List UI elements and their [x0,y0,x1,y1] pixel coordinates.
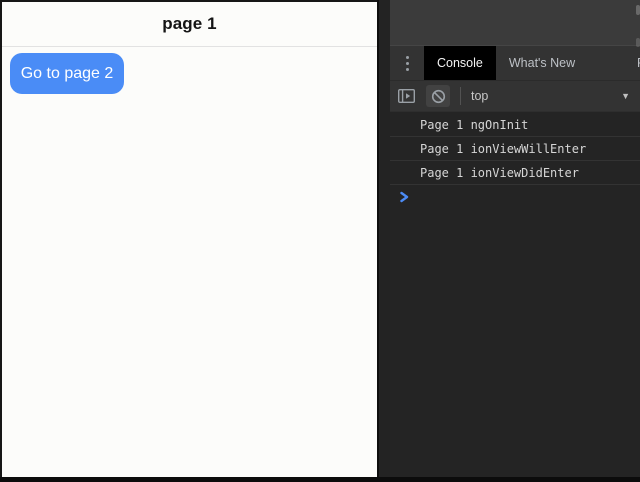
javascript-context-selector[interactable]: top [471,89,488,103]
console-toolbar: top ▼ [390,81,640,112]
console-message-text: Page 1 ionViewWillEnter [420,142,586,156]
tab-whats-new[interactable]: What's New [496,46,588,80]
bottom-edge [0,477,640,482]
app-header: page 1 [2,2,377,47]
console-output: Page 1 ngOnInit Page 1 ionViewWillEnter … [390,113,640,477]
console-prompt-icon [400,191,409,203]
app-content: Go to page 2 [2,53,377,94]
window-divider[interactable] [377,0,390,482]
clear-console-button[interactable] [426,85,450,107]
tab-console[interactable]: Console [424,46,496,80]
console-message: Page 1 ionViewWillEnter [390,137,640,161]
scrollbar-thumb[interactable] [636,5,640,15]
console-message-text: Page 1 ionViewDidEnter [420,166,579,180]
console-prompt[interactable] [390,185,640,209]
console-sidebar-icon [398,89,415,103]
console-message: Page 1 ionViewDidEnter [390,161,640,185]
devtools-tab-bar: Console What's New R [390,45,640,81]
console-message: Page 1 ngOnInit [390,113,640,137]
screen: page 1 Go to page 2 Console What's New R [0,0,640,482]
show-console-sidebar-button[interactable] [394,85,418,107]
go-to-page-2-button[interactable]: Go to page 2 [10,53,124,94]
app-window: page 1 Go to page 2 [0,0,377,477]
chevron-down-icon[interactable]: ▼ [617,89,634,103]
toolbar-separator [460,87,461,105]
clear-console-icon [431,89,446,104]
kebab-menu-icon[interactable] [390,46,424,80]
devtools-panel: Console What's New R [390,0,640,477]
scrollbar-thumb[interactable] [636,38,640,47]
page-title: page 1 [162,14,216,34]
console-message-text: Page 1 ngOnInit [420,118,528,132]
devtools-top-area [390,0,640,45]
